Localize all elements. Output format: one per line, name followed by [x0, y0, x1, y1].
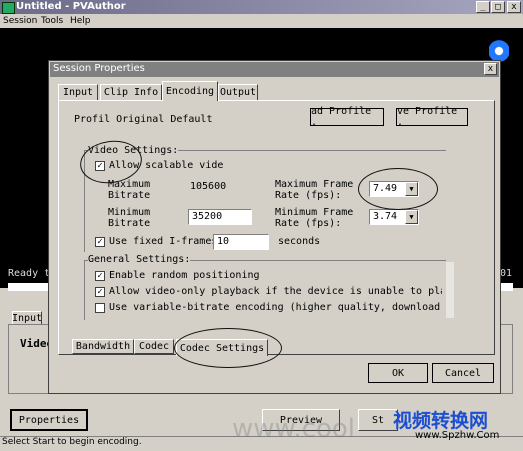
logo-graphic — [489, 40, 509, 62]
app-icon — [2, 2, 15, 14]
fixed-iframes-input[interactable]: 10 — [213, 234, 269, 250]
max-frame-rate-select[interactable]: 7.49 ▼ — [369, 181, 419, 197]
fixed-iframes-value: 10 — [217, 236, 230, 247]
properties-button[interactable]: Properties — [10, 409, 88, 431]
min-bitrate-label: Minimum Bitrate — [108, 207, 151, 229]
max-bitrate-label: Maximum Bitrate — [108, 179, 151, 201]
status-text: Select Start to begin encoding. — [2, 437, 142, 447]
dialog-title: Session Properties — [53, 63, 145, 74]
allow-scalable-checkbox[interactable]: ✓ — [95, 161, 105, 171]
tab-clip-info[interactable]: Clip Info — [100, 84, 162, 100]
min-bitrate-value: 35200 — [192, 211, 223, 222]
video-only-playback-label: Allow video-only playback if the device … — [109, 286, 442, 297]
variable-bitrate-label: Use variable-bitrate encoding (higher qu… — [109, 302, 442, 313]
tab-input[interactable]: Input — [58, 84, 98, 100]
subtab-codec-settings[interactable]: Codec Settings — [176, 339, 268, 356]
menu-help[interactable]: Help — [70, 16, 91, 26]
cancel-button[interactable]: Cancel — [432, 363, 494, 383]
dialog-close-button[interactable]: x — [484, 63, 497, 75]
start-button[interactable]: St — [358, 409, 398, 431]
video-status-left: Ready t — [8, 268, 51, 279]
app-title: Untitled - PVAuthor — [16, 1, 126, 12]
min-bitrate-input[interactable]: 35200 — [188, 209, 252, 225]
tab-output[interactable]: Output — [218, 84, 258, 100]
close-button[interactable]: x — [507, 1, 521, 13]
video-only-playback-checkbox[interactable]: ✓ — [95, 287, 105, 297]
variable-bitrate-checkbox[interactable] — [95, 303, 105, 313]
max-frame-rate-value: 7.49 — [373, 183, 398, 194]
allow-scalable-label: Allow scalable vide — [109, 160, 224, 171]
save-profile-button[interactable]: ve Profile . — [396, 106, 468, 128]
minimize-button[interactable]: _ — [476, 1, 490, 13]
min-frame-rate-value: 3.74 — [373, 211, 398, 222]
watermark-logo-line2: www.Spzhw.Com — [415, 430, 500, 441]
seconds-label: seconds — [278, 236, 321, 247]
profile-label: Profil Original Default — [74, 114, 213, 125]
random-positioning-checkbox[interactable]: ✓ — [95, 271, 105, 281]
maximize-button[interactable]: □ — [491, 1, 505, 13]
chevron-down-icon[interactable]: ▼ — [405, 182, 418, 196]
menu-session[interactable]: Session — [3, 16, 37, 26]
max-bitrate-value: 105600 — [190, 181, 227, 192]
tab-encoding[interactable]: Encoding — [162, 81, 218, 101]
watermark-logo-line1: 视频转换网 — [393, 410, 489, 432]
horizontal-scrollbar[interactable] — [446, 262, 454, 318]
fixed-iframes-label: Use fixed I-frames — [109, 236, 218, 247]
fixed-iframes-checkbox[interactable]: ✓ — [95, 237, 105, 247]
video-status-right: 01 — [500, 268, 513, 279]
bottom-tab-input[interactable]: Input — [12, 311, 42, 325]
ok-button[interactable]: OK — [368, 363, 428, 383]
chevron-down-icon[interactable]: ▼ — [405, 210, 418, 224]
video-settings-legend: Video Settings: — [88, 145, 179, 156]
general-settings-legend: General Settings: — [88, 254, 191, 265]
load-profile-button[interactable]: ad Profile . — [310, 106, 384, 128]
random-positioning-label: Enable random positioning — [109, 270, 260, 281]
max-frame-rate-label: Maximum Frame Rate (fps): — [275, 179, 354, 201]
watermark-text: www.cool — [232, 414, 356, 444]
subtab-codec[interactable]: Codec — [134, 339, 174, 354]
min-frame-rate-label: Minimum Frame Rate (fps): — [275, 207, 354, 229]
min-frame-rate-select[interactable]: 3.74 ▼ — [369, 209, 419, 225]
menu-tools[interactable]: Tools — [41, 16, 63, 26]
subtab-bandwidth[interactable]: Bandwidth — [72, 339, 134, 354]
